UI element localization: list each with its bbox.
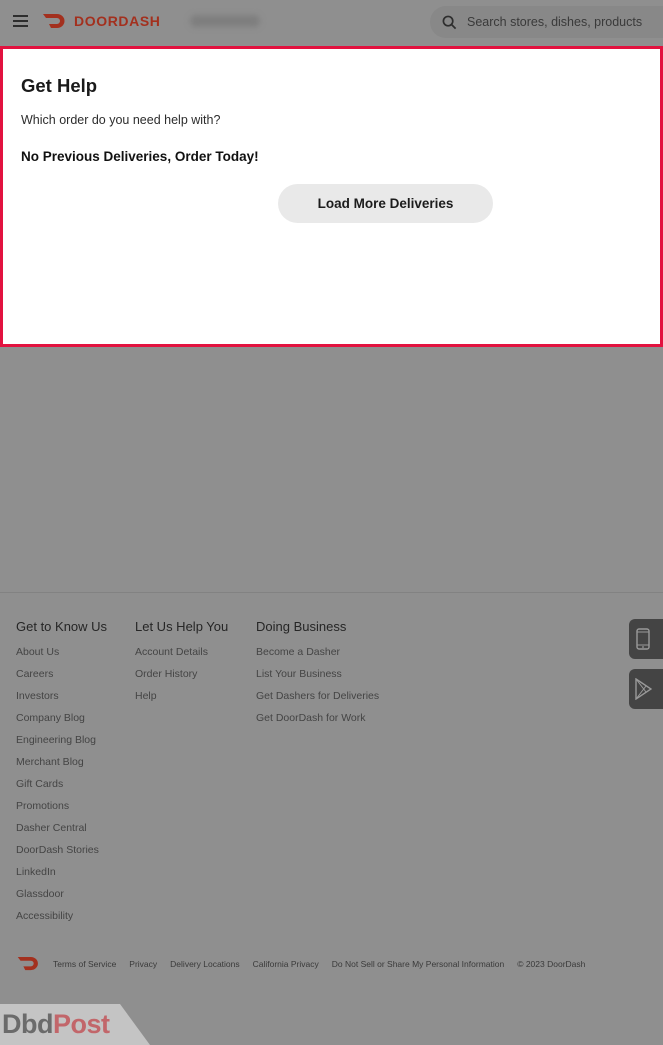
footer-link[interactable]: Become a Dasher bbox=[256, 645, 379, 667]
footer-link[interactable]: Investors bbox=[16, 689, 107, 711]
footer-link[interactable]: Order History bbox=[135, 667, 228, 689]
load-more-deliveries-button[interactable]: Load More Deliveries bbox=[278, 184, 493, 223]
footer-link[interactable]: Accessibility bbox=[16, 909, 107, 931]
footer-link[interactable]: Dasher Central bbox=[16, 821, 107, 843]
google-play-icon bbox=[635, 678, 652, 700]
footer-link[interactable]: Get DoorDash for Work bbox=[256, 711, 379, 733]
do-not-sell-link[interactable]: Do Not Sell or Share My Personal Informa… bbox=[332, 959, 504, 969]
footer-column-let-us-help-you: Let Us Help You Account Details Order Hi… bbox=[135, 619, 228, 711]
footer-column-doing-business: Doing Business Become a Dasher List Your… bbox=[256, 619, 379, 733]
no-deliveries-message: No Previous Deliveries, Order Today! bbox=[21, 149, 259, 164]
footer-heading: Get to Know Us bbox=[16, 619, 108, 634]
footer-link[interactable]: Careers bbox=[16, 667, 107, 689]
address-blurred[interactable] bbox=[190, 15, 260, 27]
hamburger-menu-icon[interactable] bbox=[13, 15, 28, 27]
watermark: DbdPost bbox=[0, 1004, 150, 1045]
help-question: Which order do you need help with? bbox=[21, 113, 221, 127]
footer-link[interactable]: Engineering Blog bbox=[16, 733, 107, 755]
footer-link[interactable]: List Your Business bbox=[256, 667, 379, 689]
brand-name: DOORDASH bbox=[74, 13, 161, 29]
search-input[interactable] bbox=[467, 15, 657, 29]
ios-app-button[interactable] bbox=[629, 619, 663, 659]
footer-column-get-to-know-us: Get to Know Us About Us Careers Investor… bbox=[16, 619, 107, 931]
page-title: Get Help bbox=[21, 75, 98, 96]
footer-link[interactable]: Promotions bbox=[16, 799, 107, 821]
california-privacy-link[interactable]: California Privacy bbox=[253, 959, 319, 969]
footer-heading: Doing Business bbox=[256, 619, 347, 634]
doordash-logo[interactable]: DOORDASH bbox=[42, 13, 160, 29]
footer-link[interactable]: Help bbox=[135, 689, 228, 711]
google-play-app-button[interactable] bbox=[629, 669, 663, 709]
footer-heading: Let Us Help You bbox=[135, 619, 229, 634]
doordash-logo-icon bbox=[43, 14, 65, 28]
footer-link[interactable]: LinkedIn bbox=[16, 865, 107, 887]
footer-link[interactable]: Glassdoor bbox=[16, 887, 107, 909]
phone-icon bbox=[636, 628, 650, 650]
footer-link[interactable]: Account Details bbox=[135, 645, 228, 667]
top-nav-bar: DOORDASH bbox=[0, 0, 663, 44]
search-icon bbox=[442, 15, 457, 29]
footer-link[interactable]: Merchant Blog bbox=[16, 755, 107, 777]
search-bar[interactable] bbox=[430, 6, 663, 38]
terms-link[interactable]: Terms of Service bbox=[53, 959, 116, 969]
get-help-panel: Get Help Which order do you need help wi… bbox=[0, 46, 663, 347]
footer-link[interactable]: About Us bbox=[16, 645, 107, 667]
watermark-text: DbdPost bbox=[2, 1009, 110, 1040]
footer-link[interactable]: Company Blog bbox=[16, 711, 107, 733]
footer-link[interactable]: Gift Cards bbox=[16, 777, 107, 799]
copyright: © 2023 DoorDash bbox=[517, 958, 586, 969]
legal-bar: Terms of Service Privacy Delivery Locati… bbox=[16, 956, 585, 971]
footer-link[interactable]: Get Dashers for Deliveries bbox=[256, 689, 379, 711]
delivery-locations-link[interactable]: Delivery Locations bbox=[170, 959, 239, 969]
watermark-part-1: Dbd bbox=[2, 1009, 53, 1039]
privacy-link[interactable]: Privacy bbox=[129, 959, 157, 969]
footer-link[interactable]: DoorDash Stories bbox=[16, 843, 107, 865]
doordash-logo-icon bbox=[17, 956, 38, 971]
footer-divider bbox=[0, 592, 663, 593]
watermark-part-2: Post bbox=[52, 1009, 110, 1039]
